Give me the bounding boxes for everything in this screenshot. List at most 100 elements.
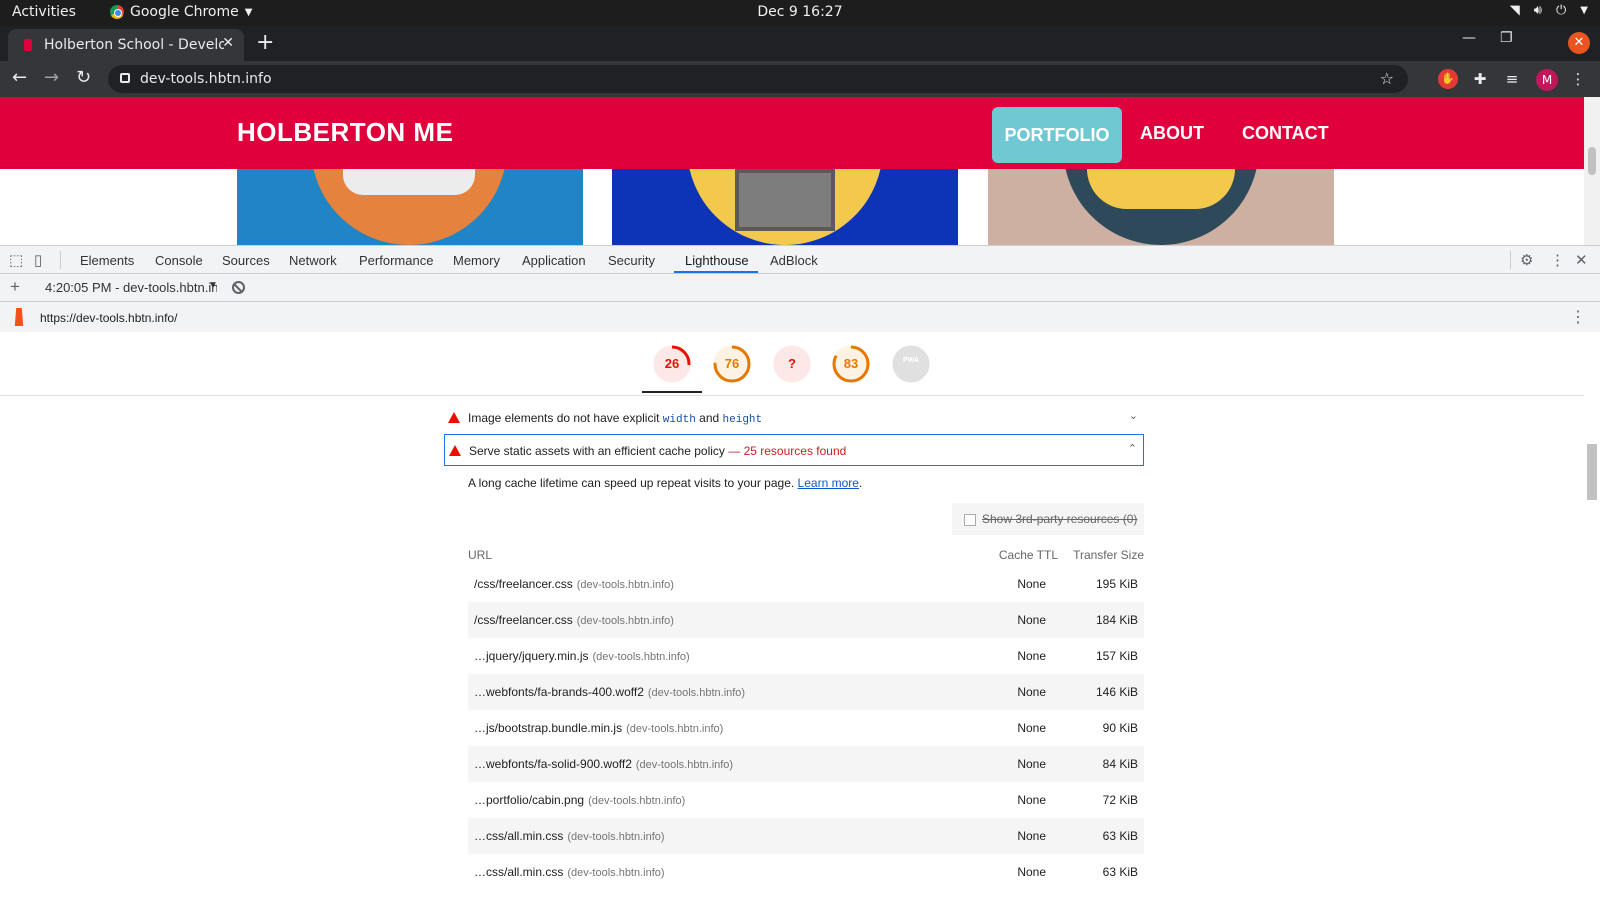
table-row[interactable]: …js/bootstrap.bundle.min.js (dev-tools.hb… — [468, 710, 1144, 746]
forward-icon[interactable]: → — [44, 67, 59, 88]
chrome-menu-icon[interactable]: ⋮ — [1568, 69, 1588, 89]
chrome-icon — [110, 5, 124, 19]
report-select[interactable]: 4:20:05 PM - dev-tools.hbtn.info — [45, 280, 217, 295]
table-row[interactable]: …jquery/jquery.min.js (dev-tools.hbtn.inf… — [468, 638, 1144, 674]
window-close-icon[interactable]: ✕ — [1568, 32, 1590, 54]
score-gauge-seo[interactable]: 83 — [831, 344, 871, 384]
tab-lighthouse[interactable]: Lighthouse — [685, 253, 749, 268]
resource-url[interactable]: …webfonts/fa-solid-900.woff2 (dev-tools.h… — [474, 757, 733, 771]
back-icon[interactable]: ← — [12, 67, 27, 88]
third-party-filter[interactable]: Show 3rd-party resources (0) — [952, 503, 1144, 535]
restore-icon[interactable]: ❐ — [1500, 30, 1513, 46]
learn-more-link[interactable]: Learn more — [798, 476, 859, 490]
score-gauge-performance[interactable]: 26 — [652, 344, 692, 384]
system-tray[interactable]: ◥ 🔊︎ ⏻ ▼ — [1510, 3, 1588, 18]
third-party-checkbox[interactable] — [964, 514, 976, 526]
resource-transfer-size: 90 KiB — [1102, 721, 1138, 735]
table-row[interactable]: …css/all.min.css (dev-tools.hbtn.info) Non… — [468, 854, 1144, 890]
portfolio-card-submarine[interactable] — [988, 169, 1334, 245]
table-row[interactable]: …css/all.min.css (dev-tools.hbtn.info) Non… — [468, 818, 1144, 854]
site-brand[interactable]: HOLBERTON ME — [237, 117, 453, 148]
audit-cache-policy[interactable]: Serve static assets with an efficient ca… — [444, 434, 1144, 466]
resource-url[interactable]: …css/all.min.css (dev-tools.hbtn.info) — [474, 829, 665, 843]
score-gauge-best-practices[interactable]: ? — [772, 344, 812, 384]
audit-title-text: Serve static assets with an efficient ca… — [469, 444, 725, 458]
tab-elements[interactable]: Elements — [80, 253, 134, 268]
tab-console[interactable]: Console — [155, 253, 203, 268]
report-url[interactable]: https://dev-tools.hbtn.info/ — [40, 311, 177, 325]
resource-url[interactable]: …portfolio/cabin.png (dev-tools.hbtn.info… — [474, 793, 685, 807]
resource-host: (dev-tools.hbtn.info) — [588, 795, 686, 807]
table-row[interactable]: …webfonts/fa-solid-900.woff2 (dev-tools.h… — [468, 746, 1144, 782]
resource-cache-ttl: None — [1017, 613, 1046, 627]
adblock-extension-icon[interactable]: ✋ — [1438, 69, 1458, 89]
resource-url[interactable]: /css/freelancer.css (dev-tools.hbtn.info) — [474, 577, 674, 591]
device-toolbar-icon[interactable]: ▯ — [34, 251, 42, 269]
new-report-icon[interactable]: + — [10, 277, 20, 297]
browser-tab[interactable]: Holberton School - Develo ✕ — [8, 29, 244, 61]
settings-gear-icon[interactable]: ⚙ — [1520, 251, 1533, 269]
resource-url[interactable]: /css/freelancer.css (dev-tools.hbtn.info) — [474, 613, 674, 627]
close-devtools-icon[interactable]: ✕ — [1575, 251, 1588, 269]
portfolio-card-game[interactable] — [237, 169, 583, 245]
site-navbar: HOLBERTON ME PORTFOLIO ABOUT CONTACT — [0, 97, 1584, 169]
nav-about[interactable]: ABOUT — [1140, 123, 1204, 144]
clear-reports-icon[interactable] — [232, 281, 245, 294]
profile-avatar[interactable]: M — [1536, 69, 1558, 91]
devtools-scrollbar[interactable] — [1584, 332, 1600, 901]
portfolio-card-safe[interactable] — [612, 169, 958, 245]
table-row[interactable]: …webfonts/fa-brands-400.woff2 (dev-tools.… — [468, 674, 1144, 710]
resource-cache-ttl: None — [1017, 829, 1046, 843]
col-url: URL — [468, 548, 493, 562]
activities-button[interactable]: Activities — [12, 4, 76, 20]
nav-contact[interactable]: CONTACT — [1242, 123, 1329, 144]
tab-adblock[interactable]: AdBlock — [770, 253, 818, 268]
tab-performance[interactable]: Performance — [359, 253, 433, 268]
active-tab-indicator — [674, 271, 758, 273]
clock[interactable]: Dec 9 16:27 — [757, 4, 842, 20]
tab-application[interactable]: Application — [522, 253, 586, 268]
resource-url[interactable]: …js/bootstrap.bundle.min.js (dev-tools.hb… — [474, 721, 723, 735]
lighthouse-icon — [14, 308, 24, 326]
devtools-scroll-thumb[interactable] — [1587, 444, 1597, 500]
tab-sources[interactable]: Sources — [222, 253, 270, 268]
extensions-puzzle-icon[interactable]: ✚ — [1470, 69, 1490, 89]
page-scroll-thumb[interactable] — [1588, 147, 1596, 175]
table-row[interactable]: /css/freelancer.css (dev-tools.hbtn.info)… — [468, 602, 1144, 638]
table-row[interactable]: /css/freelancer.css (dev-tools.hbtn.info)… — [468, 566, 1144, 602]
audit-title: Serve static assets with an efficient ca… — [469, 444, 846, 458]
page-scrollbar[interactable] — [1584, 97, 1600, 245]
minimize-icon[interactable]: — — [1462, 30, 1476, 46]
devtools-menu-icon[interactable]: ⋮ — [1550, 251, 1565, 269]
tab-memory[interactable]: Memory — [453, 253, 500, 268]
app-menu[interactable]: Google Chrome ▼ — [110, 4, 252, 20]
description-period: . — [858, 476, 863, 490]
media-queue-icon[interactable]: ≡ — [1502, 69, 1522, 89]
score-gauge-accessibility[interactable]: 76 — [712, 344, 752, 384]
power-icon: ⏻ — [1556, 3, 1567, 18]
chevron-up-icon[interactable]: ⌃ — [1128, 442, 1137, 455]
tab-network[interactable]: Network — [289, 253, 337, 268]
table-row[interactable]: …portfolio/cabin.png (dev-tools.hbtn.info… — [468, 782, 1144, 818]
resource-path: …webfonts/fa-solid-900.woff2 — [474, 757, 632, 771]
nav-portfolio[interactable]: PORTFOLIO — [992, 107, 1122, 163]
tab-strip: Holberton School - Develo ✕ — [0, 26, 1600, 61]
close-tab-icon[interactable]: ✕ — [222, 35, 234, 51]
address-bar[interactable]: dev-tools.hbtn.info ☆ — [108, 65, 1408, 93]
resource-url[interactable]: …jquery/jquery.min.js (dev-tools.hbtn.inf… — [474, 649, 690, 663]
report-menu-icon[interactable]: ⋮ — [1570, 307, 1586, 327]
chevron-down-icon[interactable]: ⌄ — [1129, 409, 1138, 422]
dropdown-arrow-icon[interactable]: ▼ — [208, 280, 218, 291]
resource-transfer-size: 72 KiB — [1102, 793, 1138, 807]
resource-url[interactable]: …css/all.min.css (dev-tools.hbtn.info) — [474, 865, 665, 879]
audit-code-width: width — [662, 414, 696, 426]
bookmark-star-icon[interactable]: ☆ — [1380, 69, 1394, 88]
tab-security[interactable]: Security — [608, 253, 655, 268]
audit-unsized-images[interactable]: Image elements do not have explicit widt… — [444, 402, 1144, 434]
inspect-element-icon[interactable]: ⬚ — [9, 251, 23, 269]
score-gauge-pwa[interactable]: PWA — [891, 344, 931, 384]
resource-url[interactable]: …webfonts/fa-brands-400.woff2 (dev-tools.… — [474, 685, 745, 699]
resource-transfer-size: 184 KiB — [1095, 613, 1138, 627]
new-tab-button[interactable]: + — [256, 30, 274, 55]
reload-icon[interactable]: ↻ — [76, 67, 91, 88]
